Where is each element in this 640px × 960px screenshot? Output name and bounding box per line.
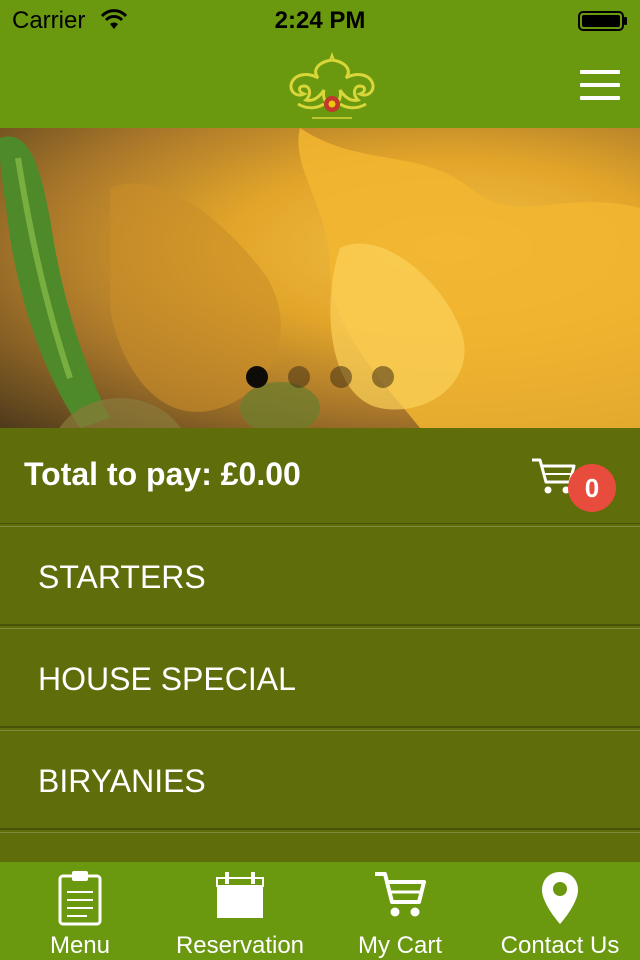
carousel-dots	[0, 366, 640, 388]
tab-label: Contact Us	[500, 932, 620, 959]
carousel-dot-3[interactable]	[330, 366, 352, 388]
tab-contact-us[interactable]: Contact Us	[480, 862, 640, 960]
clipboard-icon	[58, 871, 102, 926]
calendar-icon	[216, 872, 264, 918]
category-label: HOUSE SPECIAL	[38, 661, 296, 697]
battery-icon	[578, 11, 627, 31]
category-label: STARTERS	[38, 559, 206, 595]
category-house-special[interactable]: HOUSE SPECIAL	[0, 628, 640, 728]
nav-bar	[0, 40, 640, 128]
category-starters[interactable]: STARTERS	[0, 526, 640, 626]
tab-menu[interactable]: Menu	[0, 862, 160, 960]
cart-summary-bar: Total to pay: £0.00	[0, 428, 640, 524]
carousel-dot-1[interactable]	[246, 366, 268, 388]
tab-reservation[interactable]: Reservation	[160, 862, 320, 960]
status-bar: Carrier 2:24 PM	[0, 0, 640, 40]
bottom-tab-bar: Menu Reservation My Cart Contact Us	[0, 862, 640, 960]
tab-label: My Cart	[358, 932, 442, 959]
total-to-pay-label: Total to pay: £0.00	[24, 456, 301, 492]
tab-label: Reservation	[175, 932, 305, 959]
tab-my-cart[interactable]: My Cart	[320, 862, 480, 960]
cart-count-badge: 0	[568, 464, 616, 512]
category-biryanies[interactable]: BIRYANIES	[0, 730, 640, 830]
carousel-dot-2[interactable]	[288, 366, 310, 388]
clock: 2:24 PM	[274, 7, 366, 34]
cart-icon	[375, 872, 426, 917]
location-pin-icon	[542, 872, 578, 924]
hamburger-menu-icon[interactable]	[580, 70, 620, 100]
category-label: BIRYANIES	[38, 763, 206, 799]
restaurant-logo	[289, 52, 375, 119]
tab-label: Menu	[49, 932, 111, 959]
carousel-dot-4[interactable]	[372, 366, 394, 388]
